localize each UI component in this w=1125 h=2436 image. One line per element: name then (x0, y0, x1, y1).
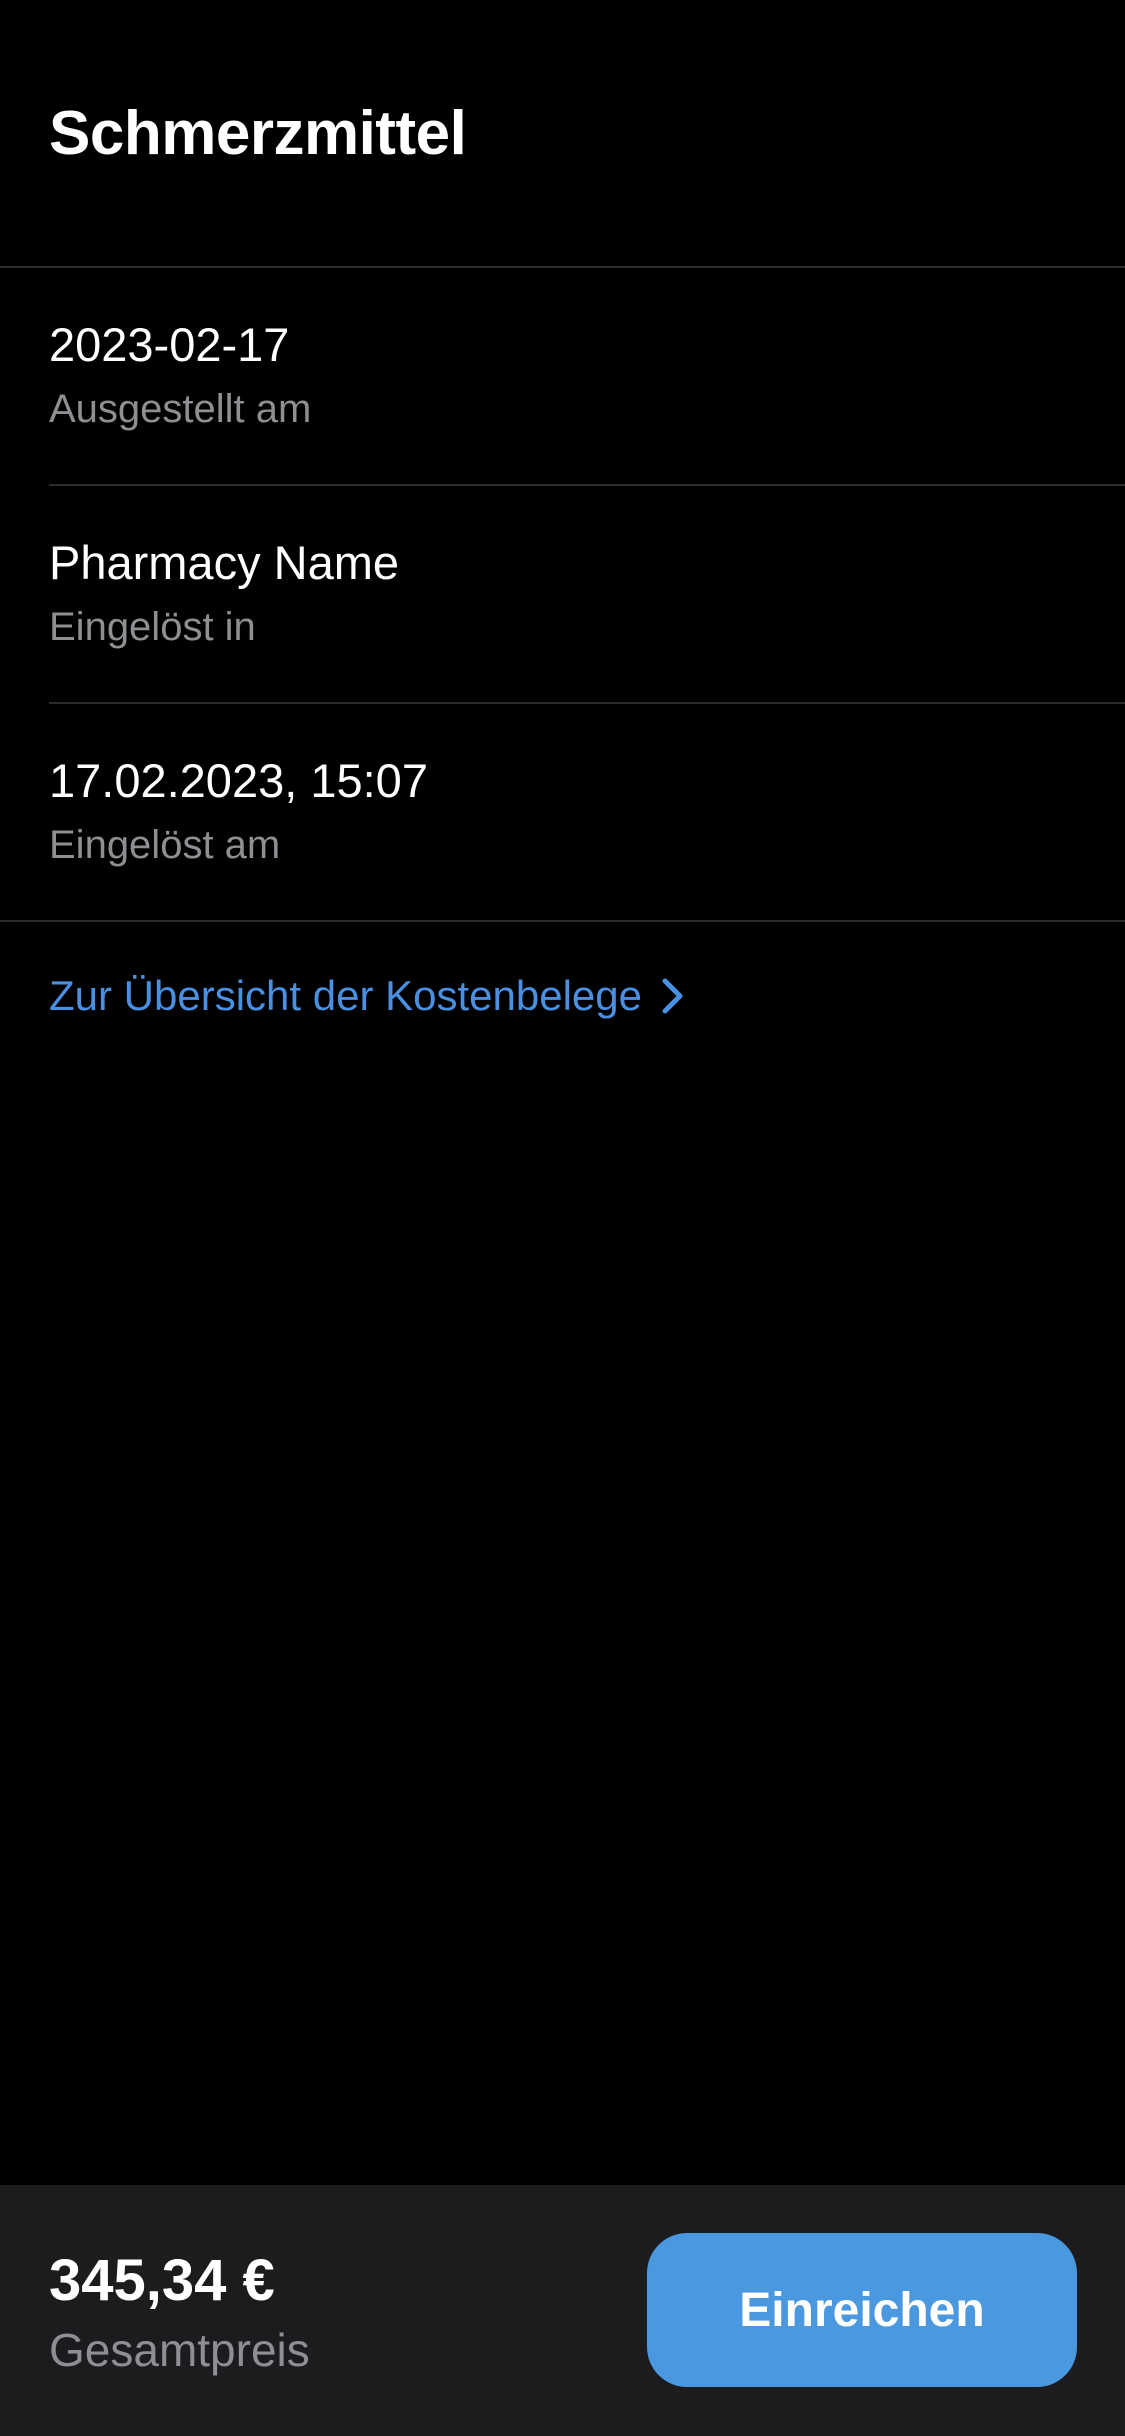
pharmacy-name-value: Pharmacy Name (49, 536, 399, 589)
footer-bar: 345,34 € Gesamtpreis Einreichen (0, 2185, 1125, 2436)
submit-button[interactable]: Einreichen (647, 2233, 1077, 2387)
cost-receipts-overview-label: Zur Übersicht der Kostenbelege (49, 972, 642, 1019)
redeemed-date-label: Eingelöst am (49, 823, 281, 867)
issued-date-value: 2023-02-17 (49, 318, 290, 371)
detail-row-pharmacy: Pharmacy Name Eingelöst in (0, 486, 1125, 704)
chevron-right-icon (662, 978, 683, 1014)
header: Schmerzmittel (0, 0, 1125, 268)
issued-date-label: Ausgestellt am (49, 387, 312, 431)
redeemed-date-value: 17.02.2023, 15:07 (49, 754, 428, 807)
row-divider (0, 920, 1125, 922)
cost-receipts-overview-link[interactable]: Zur Übersicht der Kostenbelege (49, 966, 686, 1026)
detail-list: 2023-02-17 Ausgestellt am Pharmacy Name … (0, 268, 1125, 922)
total-price-value: 345,34 € (49, 2248, 275, 2313)
detail-row-issued-date: 2023-02-17 Ausgestellt am (0, 268, 1125, 486)
page-title: Schmerzmittel (49, 99, 467, 168)
total-price-label: Gesamtpreis (49, 2324, 310, 2376)
pharmacy-name-label: Eingelöst in (49, 605, 256, 649)
detail-row-redeemed-date: 17.02.2023, 15:07 Eingelöst am (0, 704, 1125, 922)
